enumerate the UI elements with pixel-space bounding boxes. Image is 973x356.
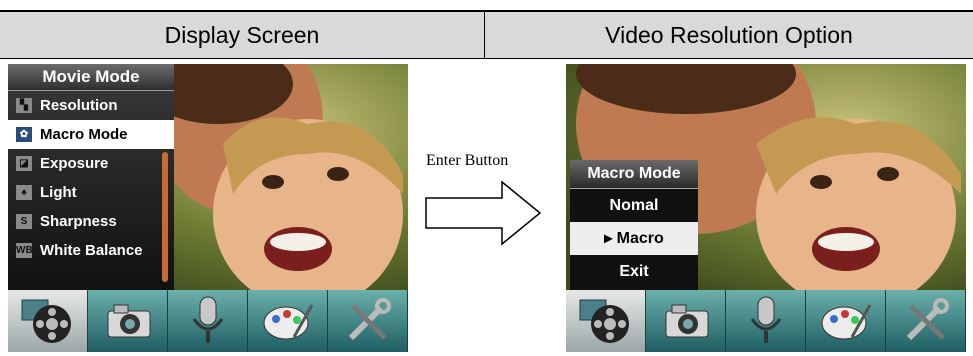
menu-item-resolution[interactable]: ▚ Resolution xyxy=(8,91,174,120)
menu-item-white-balance[interactable]: WB White Balance xyxy=(8,236,174,265)
resolution-icon: ▚ xyxy=(16,98,32,113)
right-arrow-icon xyxy=(425,180,542,246)
camera-icon xyxy=(107,304,150,338)
menu-item-label: Sharpness xyxy=(40,213,117,230)
audio-mode-tab[interactable] xyxy=(726,290,806,352)
microphone-icon xyxy=(750,296,781,343)
menu-item-exposure[interactable]: ◪ Exposure xyxy=(8,149,174,178)
movie-reel-icon xyxy=(21,299,71,343)
header-right-label: Video Resolution Option xyxy=(605,21,853,48)
settings-mode-tab[interactable] xyxy=(886,290,966,352)
menu-item-label: White Balance xyxy=(40,242,143,259)
effects-mode-tab[interactable] xyxy=(806,290,886,352)
option-exit[interactable]: Exit xyxy=(570,255,698,288)
header-left-label: Display Screen xyxy=(164,21,320,48)
menu-scrollbar[interactable] xyxy=(162,152,168,282)
menu-item-light[interactable]: ♠ Light xyxy=(8,178,174,207)
option-macro[interactable]: ▸ Macro xyxy=(570,222,698,255)
mode-toolbar xyxy=(566,290,966,352)
popup-title: Macro Mode xyxy=(570,160,698,189)
macro-icon: ✿ xyxy=(16,127,32,142)
exposure-icon: ◪ xyxy=(16,156,32,171)
tools-icon xyxy=(906,298,949,341)
display-screen: Movie Mode ▚ Resolution ✿ Macro Mode ◪ E… xyxy=(8,64,408,352)
movie-mode-menu: Movie Mode ▚ Resolution ✿ Macro Mode ◪ E… xyxy=(8,64,174,290)
movie-reel-icon xyxy=(579,299,629,343)
settings-mode-tab[interactable] xyxy=(328,290,408,352)
header-video-resolution-option: Video Resolution Option xyxy=(485,10,973,59)
photo-mode-tab[interactable] xyxy=(88,290,168,352)
movie-mode-tab[interactable] xyxy=(566,290,646,352)
menu-item-sharpness[interactable]: S Sharpness xyxy=(8,207,174,236)
header-display-screen: Display Screen xyxy=(0,10,485,59)
option-nomal[interactable]: Nomal xyxy=(570,189,698,222)
audio-mode-tab[interactable] xyxy=(168,290,248,352)
effects-mode-tab[interactable] xyxy=(248,290,328,352)
microphone-icon xyxy=(192,296,223,343)
light-icon: ♠ xyxy=(16,185,32,200)
menu-title: Movie Mode xyxy=(8,64,174,91)
macro-mode-popup: Macro Mode Nomal ▸ Macro Exit xyxy=(570,160,698,290)
menu-item-macro-mode[interactable]: ✿ Macro Mode xyxy=(8,120,174,149)
photo-mode-tab[interactable] xyxy=(646,290,726,352)
menu-item-label: Light xyxy=(40,184,77,201)
white-balance-icon: WB xyxy=(16,243,33,258)
enter-button-label: Enter Button xyxy=(426,152,509,169)
movie-mode-tab[interactable] xyxy=(8,290,88,352)
menu-item-label: Macro Mode xyxy=(40,126,128,143)
tools-icon xyxy=(348,298,391,341)
palette-icon xyxy=(821,304,871,340)
video-resolution-screen: Macro Mode Nomal ▸ Macro Exit xyxy=(566,64,966,352)
sharpness-icon: S xyxy=(16,214,32,229)
palette-icon xyxy=(263,304,313,340)
menu-item-label: Exposure xyxy=(40,155,109,172)
menu-item-label: Resolution xyxy=(40,97,118,114)
mode-toolbar xyxy=(8,290,408,352)
camera-icon xyxy=(665,304,708,338)
